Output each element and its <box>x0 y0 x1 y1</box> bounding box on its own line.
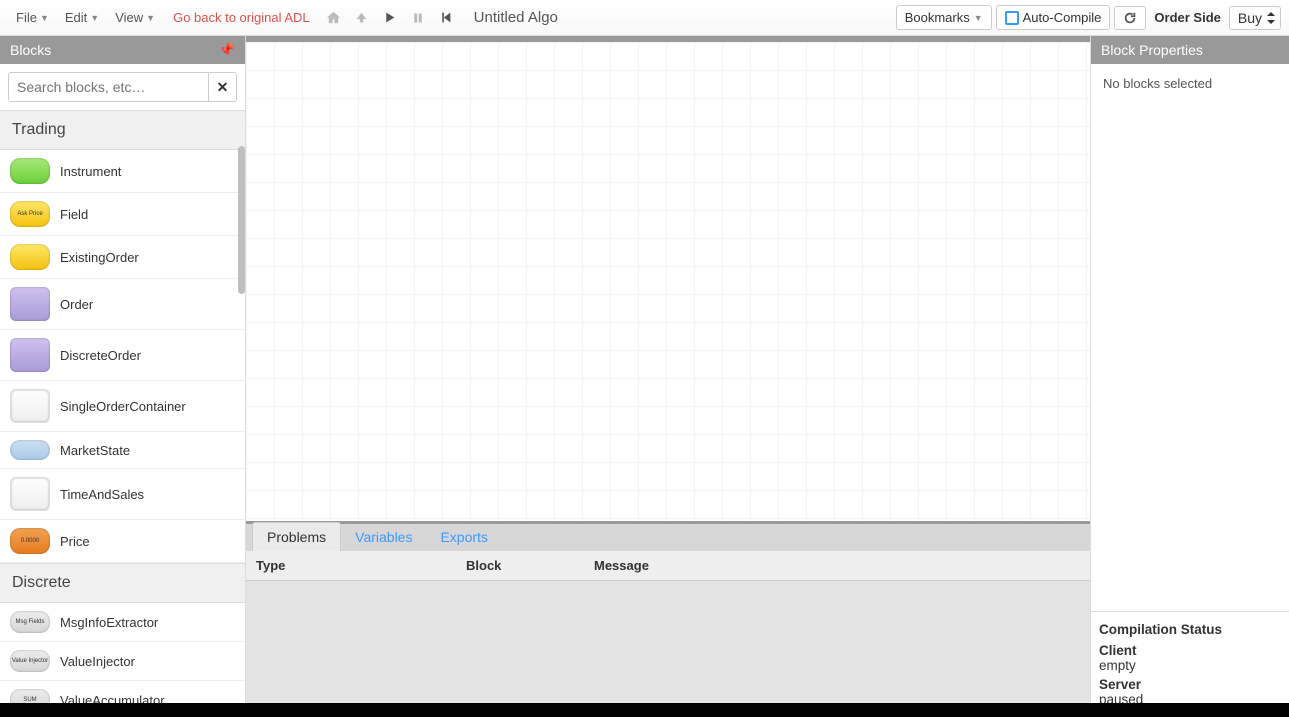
bottom-tabs: Problems Variables Exports <box>246 521 1090 551</box>
block-label: SingleOrderContainer <box>60 399 186 414</box>
algo-title-input[interactable] <box>466 5 896 30</box>
block-label: ExistingOrder <box>60 250 139 265</box>
block-item[interactable]: MarketState <box>0 432 245 469</box>
block-item[interactable]: Order <box>0 279 245 330</box>
menu-file[interactable]: File ▼ <box>8 6 57 29</box>
properties-panel: Block Properties No blocks selected Comp… <box>1090 36 1289 717</box>
up-arrow-icon[interactable] <box>348 4 376 32</box>
compile-client-label: Client <box>1099 643 1281 658</box>
block-label: Instrument <box>60 164 121 179</box>
menu-view-label: View <box>115 10 143 25</box>
caret-down-icon: ▼ <box>40 13 49 23</box>
caret-down-icon: ▼ <box>974 13 983 23</box>
block-icon <box>10 244 50 270</box>
menu-file-label: File <box>16 10 37 25</box>
block-icon: 0.0000 <box>10 528 50 554</box>
block-label: DiscreteOrder <box>60 348 141 363</box>
scrollbar-thumb[interactable] <box>238 146 245 294</box>
block-icon <box>10 338 50 372</box>
bottom-bar <box>0 703 1289 717</box>
search-input[interactable] <box>9 73 208 101</box>
block-label: ValueInjector <box>60 654 135 669</box>
center-panel: Problems Variables Exports Type Block Me… <box>246 36 1090 717</box>
bookmarks-button[interactable]: Bookmarks ▼ <box>896 5 992 30</box>
block-item[interactable]: SingleOrderContainer <box>0 381 245 432</box>
go-back-adl-link[interactable]: Go back to original ADL <box>163 6 320 29</box>
block-item[interactable]: Value Injector ValueInjector <box>0 642 245 681</box>
checkbox-icon <box>1005 11 1019 25</box>
block-icon <box>10 287 50 321</box>
tab-exports[interactable]: Exports <box>426 523 501 551</box>
properties-header: Block Properties <box>1091 36 1289 64</box>
clear-search-button[interactable]: ✕ <box>208 73 236 101</box>
block-icon <box>10 477 50 511</box>
block-item[interactable]: ExistingOrder <box>0 236 245 279</box>
column-type: Type <box>246 551 456 580</box>
block-label: TimeAndSales <box>60 487 144 502</box>
pause-icon[interactable] <box>404 4 432 32</box>
order-side-select[interactable]: Buy <box>1229 6 1281 30</box>
block-icon: Ask Price <box>10 201 50 227</box>
bookmarks-label: Bookmarks <box>905 10 970 25</box>
refresh-button[interactable] <box>1114 6 1146 30</box>
play-icon[interactable] <box>376 4 404 32</box>
column-block: Block <box>456 551 584 580</box>
compile-heading: Compilation Status <box>1099 622 1281 637</box>
pin-icon[interactable]: 📌 <box>219 42 235 58</box>
caret-down-icon: ▼ <box>146 13 155 23</box>
block-icon <box>10 158 50 184</box>
blocks-panel: Blocks 📌 ✕ Trading Instrument Ask Price Fie… <box>0 36 246 717</box>
block-icon <box>10 440 50 460</box>
top-toolbar: File ▼ Edit ▼ View ▼ Go back to original… <box>0 0 1289 36</box>
block-item[interactable]: DiscreteOrder <box>0 330 245 381</box>
tab-variables[interactable]: Variables <box>341 523 426 551</box>
column-message: Message <box>584 551 1090 580</box>
blocks-header-label: Blocks <box>10 42 51 58</box>
main-area: Blocks 📌 ✕ Trading Instrument Ask Price Fie… <box>0 36 1289 717</box>
step-back-icon[interactable] <box>432 4 460 32</box>
block-label: Price <box>60 534 90 549</box>
block-item[interactable]: Ask Price Field <box>0 193 245 236</box>
block-icon: Value Injector <box>10 650 50 672</box>
order-side-label: Order Side <box>1150 10 1224 25</box>
blocks-list[interactable]: Trading Instrument Ask Price Field ExistingO… <box>0 110 245 717</box>
block-icon <box>10 389 50 423</box>
block-item[interactable]: TimeAndSales <box>0 469 245 520</box>
properties-header-label: Block Properties <box>1101 42 1203 58</box>
auto-compile-label: Auto-Compile <box>1023 10 1102 25</box>
block-item[interactable]: Instrument <box>0 150 245 193</box>
compile-client-value: empty <box>1099 658 1281 673</box>
home-icon[interactable] <box>320 4 348 32</box>
problems-table: Type Block Message <box>246 551 1090 717</box>
order-side-value: Buy <box>1238 10 1262 26</box>
compile-server-label: Server <box>1099 677 1281 692</box>
properties-empty-text: No blocks selected <box>1103 76 1212 91</box>
auto-compile-toggle[interactable]: Auto-Compile <box>996 5 1111 30</box>
menu-edit-label: Edit <box>65 10 87 25</box>
block-label: MsgInfoExtractor <box>60 615 158 630</box>
block-item[interactable]: Msg Fields MsgInfoExtractor <box>0 603 245 642</box>
section-header[interactable]: Discrete <box>0 563 245 603</box>
refresh-icon <box>1123 11 1137 25</box>
block-label: MarketState <box>60 443 130 458</box>
canvas[interactable] <box>246 36 1090 521</box>
tab-problems[interactable]: Problems <box>252 522 341 551</box>
block-icon: Msg Fields <box>10 611 50 633</box>
menu-view[interactable]: View ▼ <box>107 6 163 29</box>
menu-edit[interactable]: Edit ▼ <box>57 6 107 29</box>
block-item[interactable]: 0.0000 Price <box>0 520 245 563</box>
block-label: Field <box>60 207 88 222</box>
section-header[interactable]: Trading <box>0 110 245 150</box>
properties-body: No blocks selected <box>1091 64 1289 611</box>
compilation-status: Compilation Status Client empty Server p… <box>1091 611 1289 717</box>
block-label: Order <box>60 297 93 312</box>
blocks-panel-header: Blocks 📌 <box>0 36 245 64</box>
caret-down-icon: ▼ <box>90 13 99 23</box>
